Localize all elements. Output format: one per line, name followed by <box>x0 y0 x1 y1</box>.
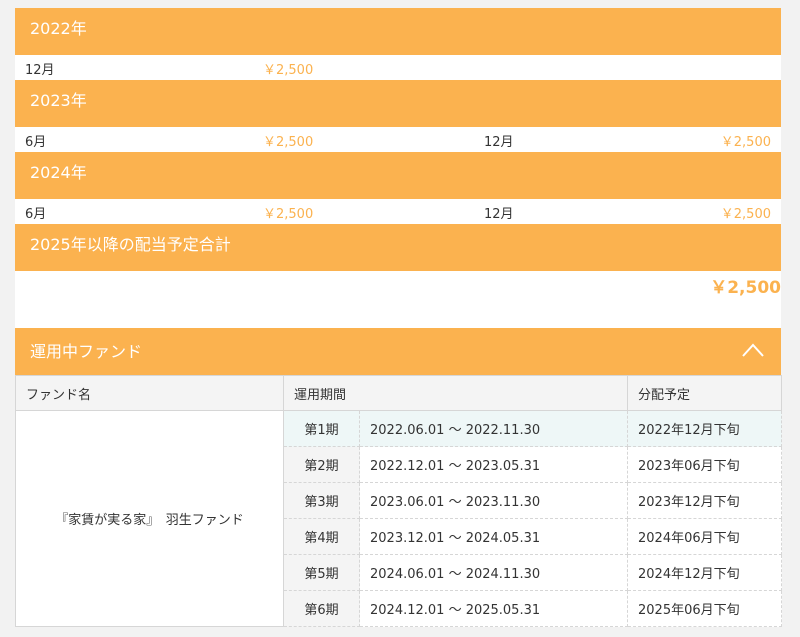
column-header-fund-name: ファンド名 <box>15 375 284 411</box>
month-row-2022: 12月 ￥2,500 <box>15 55 781 80</box>
dividend-schedule: 2022年 12月 ￥2,500 2023年 6月 ￥2,500 12月 ￥2,… <box>15 8 783 627</box>
fund-name-link[interactable]: 『家賃が実る家』 羽生ファンド <box>15 410 284 627</box>
total-amount: ￥2,500 <box>710 278 781 298</box>
schedule-cell: 2023年12月下旬 <box>627 482 783 519</box>
month-row-2023: 6月 ￥2,500 12月 ￥2,500 <box>15 127 781 152</box>
column-header-schedule: 分配予定 <box>627 375 783 411</box>
month-amount: ￥2,500 <box>263 135 314 150</box>
table-row: 『家賃が実る家』 羽生ファンド 第1期 2022.06.01 〜 2022.11… <box>15 410 783 627</box>
period-cell: 第4期 <box>283 518 360 555</box>
range-cell: 2022.06.01 〜 2022.11.30 <box>358 410 629 447</box>
month-amount: ￥2,500 <box>720 135 771 150</box>
fund-section-title: 運用中ファンド <box>30 342 143 361</box>
month-label: 12月 <box>25 63 55 78</box>
chevron-up-icon[interactable] <box>741 342 765 358</box>
year-label: 2024年 <box>30 163 87 182</box>
total-label: 2025年以降の配当予定合計 <box>30 235 231 254</box>
month-amount: ￥2,500 <box>263 63 314 78</box>
year-header-2024: 2024年 <box>15 152 781 199</box>
range-cell: 2023.06.01 〜 2023.11.30 <box>358 482 629 519</box>
fund-section-header[interactable]: 運用中ファンド <box>15 328 781 375</box>
range-cell: 2023.12.01 〜 2024.05.31 <box>358 518 629 555</box>
total-header: 2025年以降の配当予定合計 <box>15 224 781 271</box>
month-label: 6月 <box>25 135 47 150</box>
period-cell: 第3期 <box>283 482 360 519</box>
month-row-2024: 6月 ￥2,500 12月 ￥2,500 <box>15 199 781 224</box>
period-cell: 第5期 <box>283 554 360 591</box>
schedule-cell: 2023年06月下旬 <box>627 446 783 483</box>
range-cell: 2024.06.01 〜 2024.11.30 <box>358 554 629 591</box>
schedule-cell: 2025年06月下旬 <box>627 590 783 627</box>
month-amount: ￥2,500 <box>720 207 771 222</box>
table-header-row: ファンド名 運用期間 分配予定 <box>15 375 783 411</box>
month-label: 12月 <box>484 207 514 222</box>
year-header-2023: 2023年 <box>15 80 781 127</box>
schedule-cell: 2022年12月下旬 <box>627 410 783 447</box>
year-header-2022: 2022年 <box>15 8 781 55</box>
month-amount: ￥2,500 <box>263 207 314 222</box>
schedule-cell: 2024年06月下旬 <box>627 518 783 555</box>
fund-table: ファンド名 運用期間 分配予定 『家賃が実る家』 羽生ファンド 第1期 2022… <box>15 375 783 627</box>
period-cell: 第1期 <box>283 410 360 447</box>
total-row: ￥2,500 <box>15 271 781 328</box>
month-label: 6月 <box>25 207 47 222</box>
year-label: 2023年 <box>30 91 87 110</box>
column-header-period: 運用期間 <box>282 375 629 411</box>
period-cell: 第6期 <box>283 590 360 627</box>
period-cell: 第2期 <box>283 446 360 483</box>
schedule-cell: 2024年12月下旬 <box>627 554 783 591</box>
range-cell: 2024.12.01 〜 2025.05.31 <box>358 590 629 627</box>
month-label: 12月 <box>484 135 514 150</box>
range-cell: 2022.12.01 〜 2023.05.31 <box>358 446 629 483</box>
year-label: 2022年 <box>30 19 87 38</box>
